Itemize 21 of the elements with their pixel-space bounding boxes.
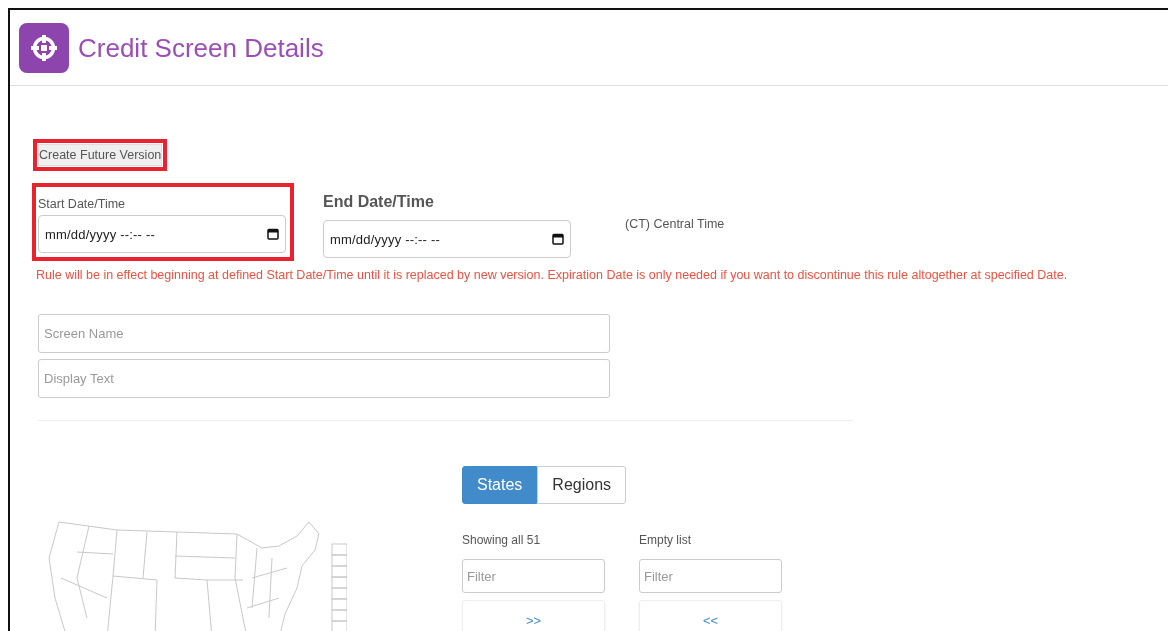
notice-text: Rule will be in effect beginning at defined Start Date/Time until it is replaced by new version. Expiration Date is only needed if you want to discontinue this rule altogether at specified Date.	[36, 268, 1069, 282]
calendar-icon[interactable]	[552, 233, 564, 245]
timezone-text: (CT) Central Time	[625, 217, 725, 231]
move-button[interactable]: >>	[462, 600, 605, 631]
page-title: Credit Screen Details	[78, 32, 324, 64]
filter-field[interactable]: Filter	[639, 559, 782, 593]
filter-field[interactable]: Filter	[462, 559, 605, 593]
crosshair-icon	[29, 33, 59, 63]
move-button[interactable]: <<	[639, 600, 782, 631]
date-field[interactable]: mm/dd/yyyy --:-- --	[323, 220, 571, 258]
field-label: Start Date/Time	[38, 197, 127, 211]
field-label: End Date/Time	[323, 193, 435, 211]
list-caption: Empty list	[639, 533, 692, 547]
date-field[interactable]: mm/dd/yyyy --:-- --	[38, 215, 286, 253]
text-field[interactable]: Screen Name	[38, 314, 610, 353]
tab[interactable]: States	[462, 466, 538, 504]
calendar-icon[interactable]	[267, 228, 279, 240]
text-field[interactable]: Display Text	[38, 359, 610, 398]
create-version-button[interactable]: Create Future Version	[38, 144, 163, 166]
list-caption: Showing all 51	[462, 533, 542, 547]
tab[interactable]: Regions	[537, 466, 627, 504]
